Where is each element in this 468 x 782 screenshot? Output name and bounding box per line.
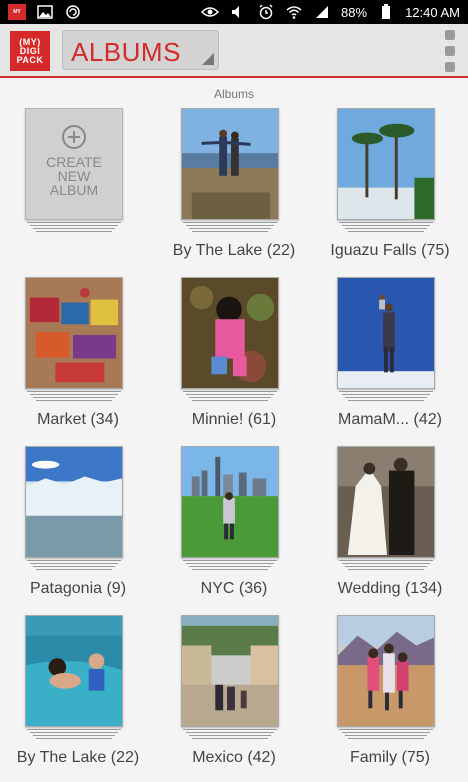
app-bar: (MY) DIGI PACK ALBUMS	[0, 24, 468, 78]
album-title: Market (34)	[37, 411, 119, 428]
album-tile[interactable]: Family (75)	[312, 613, 468, 782]
album-stack-lines	[183, 560, 277, 574]
album-stack-lines	[183, 729, 277, 743]
view-selector-dropdown[interactable]: ALBUMS	[62, 30, 219, 70]
overflow-menu-button[interactable]	[444, 30, 456, 72]
album-thumbnail[interactable]	[181, 446, 279, 558]
create-album-tile[interactable]: CREATE NEW ALBUM	[0, 106, 156, 275]
album-title: MamaM... (42)	[337, 411, 442, 428]
album-stack-lines	[339, 391, 433, 405]
album-tile[interactable]: Market (34)	[0, 275, 156, 444]
album-thumbnail[interactable]	[181, 108, 279, 220]
album-stack-lines	[183, 222, 277, 236]
album-thumbnail[interactable]	[25, 277, 123, 389]
view-selector-label: ALBUMS	[71, 37, 181, 67]
album-title: By The Lake (22)	[16, 749, 140, 766]
album-tile[interactable]: Minnie! (61)	[156, 275, 312, 444]
alarm-icon	[257, 4, 275, 20]
album-title: Iguazu Falls (75)	[330, 242, 450, 259]
create-line-2: NEW	[57, 168, 91, 184]
app-notification-icon: MY	[8, 4, 26, 20]
album-tile[interactable]: Mexico (42)	[156, 613, 312, 782]
app-logo[interactable]: (MY) DIGI PACK	[10, 31, 50, 71]
album-title: Patagonia (9)	[29, 580, 127, 597]
album-thumbnail[interactable]	[181, 615, 279, 727]
speaker-icon	[229, 4, 247, 20]
album-thumbnail[interactable]	[25, 615, 123, 727]
overflow-dot	[445, 62, 455, 72]
album-thumbnail[interactable]	[25, 446, 123, 558]
page-caption: Albums	[213, 87, 254, 101]
plus-circle-icon	[62, 125, 86, 149]
album-stack-lines	[339, 560, 433, 574]
album-stack-lines	[27, 222, 121, 236]
signal-icon	[313, 4, 331, 20]
album-tile[interactable]: By The Lake (22)	[156, 106, 312, 275]
sync-icon	[64, 4, 82, 20]
album-thumbnail[interactable]	[181, 277, 279, 389]
album-stack-lines	[27, 560, 121, 574]
album-thumbnail[interactable]	[337, 108, 435, 220]
logo-line-3: PACK	[16, 54, 44, 65]
album-thumbnail[interactable]	[337, 277, 435, 389]
album-stack-lines	[339, 222, 433, 236]
dropdown-arrow-icon	[202, 53, 214, 65]
album-title: Family (75)	[349, 749, 430, 766]
status-bar: MY 88% 12:40 AM	[0, 0, 468, 24]
album-thumbnail[interactable]	[337, 615, 435, 727]
create-line-1: CREATE	[46, 154, 102, 170]
album-tile[interactable]: MamaM... (42)	[312, 275, 468, 444]
album-title: Minnie! (61)	[191, 411, 277, 428]
album-tile[interactable]: Wedding (134)	[312, 444, 468, 613]
image-icon	[36, 4, 54, 20]
eye-icon	[201, 4, 220, 20]
album-tile[interactable]: NYC (36)	[156, 444, 312, 613]
wifi-icon	[285, 4, 303, 20]
create-line-3: ALBUM	[49, 182, 99, 198]
album-tile[interactable]: Iguazu Falls (75)	[312, 106, 468, 275]
album-stack-lines	[27, 391, 121, 405]
album-title: By The Lake (22)	[172, 242, 296, 259]
album-tile[interactable]: By The Lake (22)	[0, 613, 156, 782]
album-stack-lines	[27, 729, 121, 743]
create-album-button[interactable]: CREATE NEW ALBUM	[25, 108, 123, 220]
album-title: NYC (36)	[200, 580, 268, 597]
clock: 12:40 AM	[405, 4, 460, 20]
album-stack-lines	[183, 391, 277, 405]
overflow-dot	[445, 46, 455, 56]
album-title: Wedding (134)	[337, 580, 443, 597]
battery-percent: 88%	[341, 4, 368, 20]
album-thumbnail[interactable]	[337, 446, 435, 558]
album-stack-lines	[339, 729, 433, 743]
overflow-dot	[445, 30, 455, 40]
album-tile[interactable]: Patagonia (9)	[0, 444, 156, 613]
battery-icon	[377, 4, 395, 20]
album-title: Mexico (42)	[192, 749, 276, 766]
